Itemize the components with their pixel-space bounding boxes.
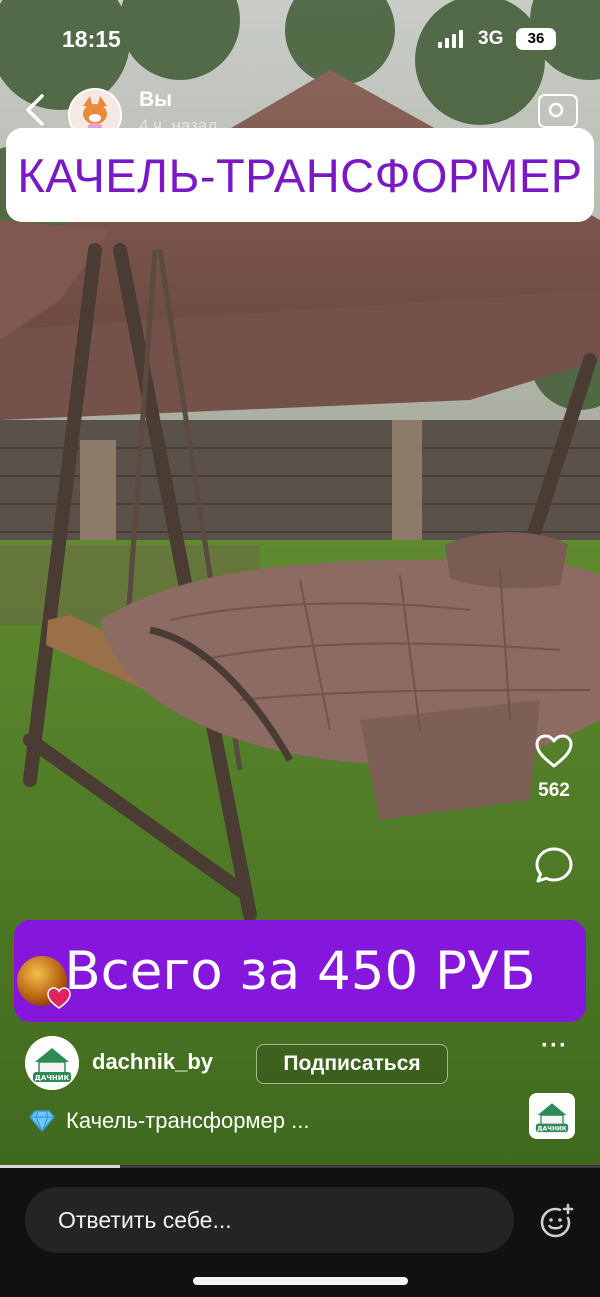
comment-bubble-icon — [535, 847, 573, 883]
logo-text: ДАЧНИК — [35, 1074, 70, 1082]
diamond-icon — [29, 1110, 55, 1133]
follow-button[interactable]: Подписаться — [256, 1044, 448, 1084]
dachnik-logo-small: ДАЧНИК — [529, 1093, 575, 1139]
audio-thumbnail[interactable]: ДАЧНИК — [529, 1093, 575, 1139]
title-text: КАЧЕЛЬ-ТРАНСФОРМЕР — [17, 148, 583, 202]
dachnik-logo: ДАЧНИК — [25, 1036, 79, 1090]
camera-icon — [548, 102, 564, 118]
title-sticker: КАЧЕЛЬ-ТРАНСФОРМЕР — [6, 128, 594, 222]
account-avatar[interactable]: ДАЧНИК — [25, 1036, 79, 1090]
more-dots-icon[interactable]: ··· — [541, 1032, 568, 1060]
battery-indicator: 36 — [516, 28, 556, 50]
network-type: 3G — [478, 28, 504, 49]
status-time: 18:15 — [62, 26, 121, 52]
emoji-add-icon — [540, 1203, 574, 1238]
signal-icon — [438, 30, 463, 48]
comment-action[interactable] — [534, 846, 574, 889]
account-username[interactable]: dachnik_by — [92, 1049, 213, 1075]
caption-text: Качель-трансформер ... — [66, 1108, 310, 1133]
like-count: 562 — [538, 780, 570, 801]
like-action[interactable]: 562 — [530, 733, 578, 802]
caption-row[interactable]: Качель-трансформер ... — [28, 1108, 309, 1134]
reply-input[interactable] — [25, 1187, 514, 1253]
price-sticker: Всего за 450 РУБ — [14, 920, 586, 1022]
status-bar: 18:15 3G 36 — [0, 0, 600, 80]
back-button[interactable] — [22, 92, 52, 128]
home-indicator — [193, 1277, 408, 1285]
reply-bar — [0, 1168, 600, 1297]
author-name[interactable]: Вы — [139, 88, 172, 112]
emoji-reaction-button[interactable] — [538, 1202, 576, 1240]
price-text: Всего за 450 РУБ — [64, 940, 536, 1002]
heart-icon — [535, 734, 573, 768]
liked-heart-icon — [46, 986, 72, 1015]
logo-text-small: ДАЧНИК — [537, 1125, 567, 1132]
back-arrow-icon — [26, 94, 44, 126]
camera-button[interactable] — [538, 94, 578, 128]
